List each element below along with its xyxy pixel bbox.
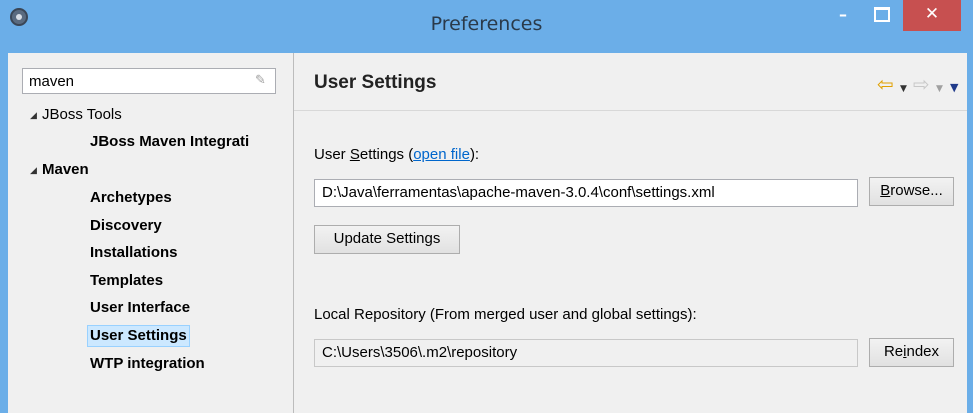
label-part: ettings (	[359, 146, 414, 163]
tree-item-label: Templates	[90, 272, 164, 289]
title-separator	[294, 110, 967, 111]
update-settings-button[interactable]: Update Settings	[314, 225, 460, 254]
close-icon: ✕	[924, 4, 940, 24]
tree-item-label: JBoss Maven Integrati	[90, 133, 250, 150]
back-arrow-icon[interactable]: ⇦	[877, 74, 894, 94]
clear-filter-icon[interactable]: ✎	[255, 74, 267, 87]
tree-item-label: Maven	[42, 161, 89, 178]
window-border-right	[967, 53, 973, 413]
forward-history-dropdown-icon[interactable]: ▼	[936, 79, 943, 99]
tree-item-label: Installations	[90, 244, 178, 261]
preferences-window: Preferences – ✕ ✎ ◢ JBoss Tools JBoss Ma…	[0, 0, 973, 413]
expanded-icon[interactable]: ◢	[30, 159, 40, 181]
tree-item-label: JBoss Tools	[42, 106, 122, 123]
filter-input[interactable]	[29, 72, 239, 90]
local-repository-label: Local Repository (From merged user and g…	[314, 306, 697, 323]
open-file-link[interactable]: open file	[413, 146, 470, 163]
forward-arrow-icon[interactable]: ⇨	[913, 74, 930, 94]
expanded-icon[interactable]: ◢	[30, 104, 40, 126]
close-button[interactable]: ✕	[903, 0, 961, 31]
maximize-button[interactable]	[866, 0, 898, 31]
back-history-dropdown-icon[interactable]: ▼	[900, 79, 907, 99]
tree-item-label: User Interface	[90, 299, 191, 316]
user-settings-label: User Settings (open file):	[314, 146, 479, 163]
local-repository-path[interactable]: C:\Users\3506\.m2\repository	[314, 339, 858, 367]
filter-field[interactable]: ✎	[22, 68, 276, 94]
user-settings-path-input[interactable]: D:\Java\ferramentas\apache-maven-3.0.4\c…	[314, 179, 858, 207]
minimize-icon: –	[839, 5, 847, 24]
button-label: rowse...	[890, 182, 943, 199]
tree-item-label: Discovery	[90, 217, 162, 234]
label-part: ):	[469, 146, 480, 163]
tree-item-label: WTP integration	[90, 355, 205, 372]
tree-item-label-selected: User Settings	[87, 325, 190, 347]
button-label: ndex	[906, 343, 940, 360]
mnemonic: B	[880, 182, 891, 199]
minimize-button[interactable]: –	[827, 0, 859, 31]
browse-button[interactable]: Browse...	[869, 177, 954, 206]
reindex-button[interactable]: Reindex	[869, 338, 954, 367]
label-part: User	[314, 146, 350, 163]
tree-item-label: Archetypes	[90, 189, 172, 206]
mnemonic: S	[349, 146, 360, 163]
pane-divider[interactable]	[293, 53, 294, 413]
title-bar[interactable]: Preferences – ✕	[0, 0, 973, 53]
button-label: Re	[883, 343, 904, 360]
window-border-left	[0, 53, 8, 413]
maximize-icon	[874, 6, 890, 22]
page-title: User Settings	[314, 72, 437, 93]
view-menu-icon[interactable]: ▼	[950, 78, 958, 98]
